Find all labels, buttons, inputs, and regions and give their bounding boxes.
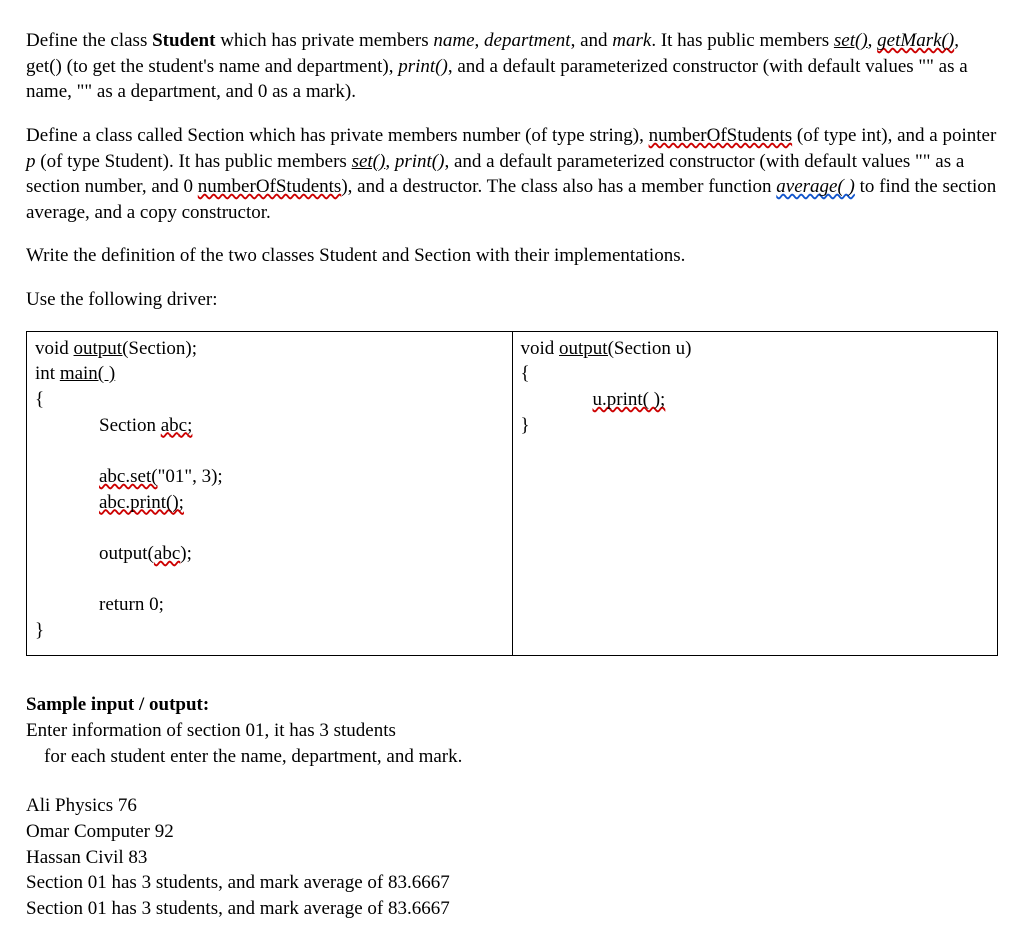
code-line: output(abc); (35, 541, 504, 567)
code-wavy: abc.set( (99, 466, 158, 487)
code-line: int main( ) (35, 361, 504, 387)
text: output( (99, 543, 154, 564)
text: which has private members (215, 30, 433, 51)
code-line: u.print( ); (521, 387, 990, 413)
method-print: print() (395, 151, 445, 172)
text: ); (180, 543, 192, 564)
text: (of type int), and a pointer (792, 125, 996, 146)
member-name: mark (612, 30, 651, 51)
sample-io-block: Sample input / output: Enter information… (26, 692, 998, 921)
sample-line: Section 01 has 3 students, and mark aver… (26, 896, 998, 922)
class-name-student: Student (152, 30, 215, 51)
method-print: print() (398, 56, 448, 77)
text: Define a class called Section which has … (26, 125, 649, 146)
code-table: void output(Section); int main( ) { Sect… (26, 331, 998, 657)
code-line: Section abc; (35, 413, 504, 439)
code-line: } (521, 413, 990, 439)
paragraph-1: Define the class Student which has priva… (26, 28, 998, 105)
text: ), and a destructor. The class also has … (341, 176, 776, 197)
text: (of type Student). It has public members (36, 151, 352, 172)
code-line: { (35, 387, 504, 413)
code-line: } (35, 618, 504, 644)
sample-heading-text: Sample input / output: (26, 694, 209, 715)
code-line: abc.print(); (35, 490, 504, 516)
sample-heading: Sample input / output: (26, 692, 998, 718)
code-underline: output( (74, 338, 129, 359)
method-average: average( ) (776, 176, 855, 197)
text: Define the class (26, 30, 152, 51)
sample-line: Ali Physics 76 (26, 793, 998, 819)
method-set: set() (834, 30, 868, 51)
code-underline: output( (559, 338, 614, 359)
blank-line (35, 438, 504, 464)
code-line: void output(Section u) (521, 336, 990, 362)
code-underline: main( ) (60, 363, 115, 384)
blank-gap (26, 769, 998, 793)
sample-line: for each student enter the name, departm… (26, 744, 998, 770)
paragraph-3: Write the definition of the two classes … (26, 243, 998, 269)
text: void (35, 338, 74, 359)
text: Section (99, 415, 161, 436)
blank-line (35, 567, 504, 593)
code-line: return 0; (35, 592, 504, 618)
member-p: p (26, 151, 36, 172)
text: void (521, 338, 560, 359)
code-right-cell: void output(Section u) { u.print( ); } (512, 331, 998, 656)
code-wavy: abc; (161, 415, 193, 436)
code-left-cell: void output(Section); int main( ) { Sect… (27, 331, 513, 656)
sample-line: Section 01 has 3 students, and mark aver… (26, 870, 998, 896)
member-name: department (484, 30, 571, 51)
method-set: set() (352, 151, 386, 172)
sample-line: Enter information of section 01, it has … (26, 718, 998, 744)
code-line: { (521, 361, 990, 387)
text: , (385, 151, 395, 172)
sample-line: Omar Computer 92 (26, 819, 998, 845)
paragraph-4: Use the following driver: (26, 287, 998, 313)
text: , (475, 30, 485, 51)
text: , (868, 30, 878, 51)
text: . It has public members (651, 30, 834, 51)
blank-line (35, 515, 504, 541)
text: "01", 3); (158, 466, 223, 487)
member-numberofstudents: numberOfStudents (649, 125, 793, 146)
text: , and (571, 30, 613, 51)
code-line: abc.set("01", 3); (35, 464, 504, 490)
member-name: name (433, 30, 474, 51)
paragraph-2: Define a class called Section which has … (26, 123, 998, 226)
sample-line: Hassan Civil 83 (26, 845, 998, 871)
text: Section); (128, 338, 197, 359)
member-numberofstudents: numberOfStudents (198, 176, 342, 197)
code-wavy: abc (154, 543, 180, 564)
code-line: void output(Section); (35, 336, 504, 362)
text: Section u) (614, 338, 692, 359)
text: int (35, 363, 60, 384)
method-getmark: getMark() (877, 30, 954, 51)
